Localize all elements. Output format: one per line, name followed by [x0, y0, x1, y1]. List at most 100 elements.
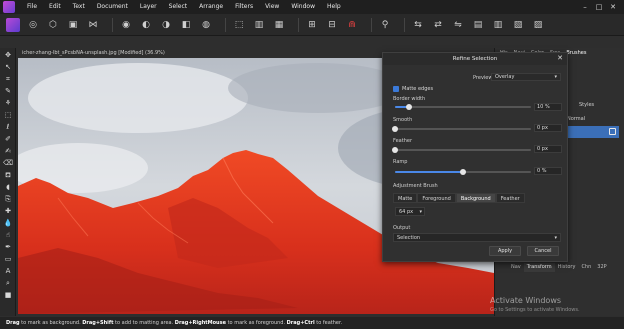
- zoom-tool-icon[interactable]: ⌕: [2, 279, 14, 288]
- white-balance-icon[interactable]: ◧: [179, 18, 193, 32]
- border-width-label: Border width: [393, 96, 426, 102]
- smooth-label: Smooth: [393, 117, 413, 123]
- dodge-tool-icon[interactable]: ◖: [2, 183, 14, 192]
- tab-history[interactable]: History: [555, 263, 579, 272]
- styles-tab[interactable]: Styles: [579, 102, 594, 108]
- brush-mode-background[interactable]: Background: [455, 193, 496, 203]
- assistant-icon[interactable]: ⚲: [378, 18, 392, 32]
- close-icon[interactable]: ✕: [606, 0, 620, 14]
- dialog-title: Refine Selection: [383, 53, 567, 65]
- blur-tool-icon[interactable]: 💧: [2, 219, 14, 228]
- auto-color-icon[interactable]: ◍: [199, 18, 213, 32]
- layer-visibility-checkbox[interactable]: [609, 128, 616, 135]
- levels-icon[interactable]: ◑: [159, 18, 173, 32]
- contrast-icon[interactable]: ◐: [139, 18, 153, 32]
- border-width-slider[interactable]: [395, 104, 531, 110]
- tab-channels[interactable]: Chn: [578, 263, 594, 272]
- flood-select-icon[interactable]: ⚘: [2, 99, 14, 108]
- selection-mode-icon[interactable]: ▥: [252, 18, 266, 32]
- flip-icon[interactable]: ⇋: [451, 18, 465, 32]
- align-center-icon[interactable]: ▥: [491, 18, 505, 32]
- align-right-icon[interactable]: ▧: [511, 18, 525, 32]
- menu-view[interactable]: View: [259, 0, 285, 14]
- menu-help[interactable]: Help: [321, 0, 347, 14]
- menu-window[interactable]: Window: [285, 0, 321, 14]
- ramp-slider[interactable]: [395, 169, 531, 175]
- freehand-select-icon[interactable]: ℓ: [2, 123, 14, 132]
- maximize-icon[interactable]: □: [592, 0, 606, 14]
- move-tool-icon[interactable]: ✥: [2, 51, 14, 60]
- selection-brush-icon[interactable]: ✎: [2, 87, 14, 96]
- paint-brush-icon[interactable]: ✍: [2, 147, 14, 156]
- document-tab[interactable]: icher-zhang-lbt_sPcsbNA-unsplash.jpg [Mo…: [18, 48, 165, 58]
- view-tool-icon[interactable]: ↖: [2, 63, 14, 72]
- preview-select[interactable]: Overlay ▾: [491, 73, 561, 81]
- align-top-icon[interactable]: ▨: [531, 18, 545, 32]
- tab-32p[interactable]: 32P: [594, 263, 609, 272]
- inpainting-icon[interactable]: ✚: [2, 207, 14, 216]
- status-key-ctrl: Drag+Ctrl: [286, 320, 315, 326]
- matte-edges-checkbox[interactable]: [393, 86, 399, 92]
- menu-select[interactable]: Select: [163, 0, 194, 14]
- menu-text[interactable]: Text: [67, 0, 91, 14]
- text-tool-icon[interactable]: A: [2, 267, 14, 276]
- marquee-icon[interactable]: ⬚: [232, 18, 246, 32]
- export-persona-icon[interactable]: ⋈: [86, 18, 100, 32]
- smudge-tool-icon[interactable]: ☝: [2, 231, 14, 240]
- color-swatch-icon[interactable]: ■: [2, 291, 14, 300]
- cancel-button[interactable]: Cancel: [527, 246, 559, 256]
- snapping-dropdown-icon[interactable]: ⊟: [325, 18, 339, 32]
- marquee-tool-icon[interactable]: ⬚: [2, 111, 14, 120]
- feather-slider[interactable]: [392, 147, 531, 153]
- tab-navigator-bottom[interactable]: Nav: [508, 263, 524, 272]
- fill-tool-icon[interactable]: ⛾: [2, 171, 14, 180]
- menu-arrange[interactable]: Arrange: [193, 0, 229, 14]
- brush-mode-feather[interactable]: Feather: [495, 193, 525, 203]
- smooth-value[interactable]: 0 px: [534, 124, 562, 132]
- border-width-value[interactable]: 10 %: [534, 103, 562, 111]
- arrange-back-icon[interactable]: ⇄: [431, 18, 445, 32]
- snapping-icon[interactable]: ⊞: [305, 18, 319, 32]
- preview-label: Preview: [473, 75, 493, 81]
- slider-knob[interactable]: [392, 147, 398, 153]
- apply-button[interactable]: Apply: [489, 246, 521, 256]
- develop-persona-icon[interactable]: ⬡: [46, 18, 60, 32]
- slider-knob[interactable]: [392, 126, 398, 132]
- quick-mask-icon[interactable]: ▦: [272, 18, 286, 32]
- brush-mode-matte[interactable]: Matte: [393, 193, 418, 203]
- smooth-slider[interactable]: [392, 126, 531, 132]
- clone-tool-icon[interactable]: ⎘: [2, 195, 14, 204]
- shape-tool-icon[interactable]: ▭: [2, 255, 14, 264]
- crop-tool-icon[interactable]: ⌗: [2, 75, 14, 84]
- close-icon[interactable]: ✕: [557, 54, 563, 62]
- output-label: Output: [393, 225, 411, 231]
- slider-knob[interactable]: [460, 169, 466, 175]
- ramp-value[interactable]: 0 %: [534, 167, 562, 175]
- app-logo-icon: [3, 1, 15, 13]
- color-wheel-icon[interactable]: ◉: [119, 18, 133, 32]
- arrange-front-icon[interactable]: ⇆: [411, 18, 425, 32]
- tab-transform[interactable]: Transform: [523, 263, 555, 272]
- slider-knob[interactable]: [405, 104, 412, 110]
- menu-file[interactable]: File: [21, 0, 43, 14]
- magnet-icon[interactable]: ⋒: [345, 18, 359, 32]
- erase-brush-icon[interactable]: ⌫: [2, 159, 14, 168]
- blend-mode-select[interactable]: Normal: [567, 116, 585, 122]
- tone-map-persona-icon[interactable]: ▣: [66, 18, 80, 32]
- brush-size-field[interactable]: 64 px ▾: [395, 207, 425, 216]
- photo-persona-icon[interactable]: [6, 17, 20, 32]
- pen-tool-icon[interactable]: ✒: [2, 243, 14, 252]
- layer-row-selected[interactable]: [559, 126, 619, 138]
- menu-document[interactable]: Document: [91, 0, 134, 14]
- color-picker-icon[interactable]: ✐: [2, 135, 14, 144]
- menu-layer[interactable]: Layer: [134, 0, 163, 14]
- minimize-icon[interactable]: –: [578, 0, 592, 14]
- status-key-rightmouse: Drag+RightMouse: [174, 320, 226, 326]
- align-left-icon[interactable]: ▤: [471, 18, 485, 32]
- liquify-persona-icon[interactable]: ◎: [26, 18, 40, 32]
- menu-filters[interactable]: Filters: [229, 0, 259, 14]
- output-select[interactable]: Selection ▾: [393, 233, 561, 242]
- brush-mode-foreground[interactable]: Foreground: [417, 193, 456, 203]
- menu-edit[interactable]: Edit: [43, 0, 67, 14]
- feather-value[interactable]: 0 px: [534, 145, 562, 153]
